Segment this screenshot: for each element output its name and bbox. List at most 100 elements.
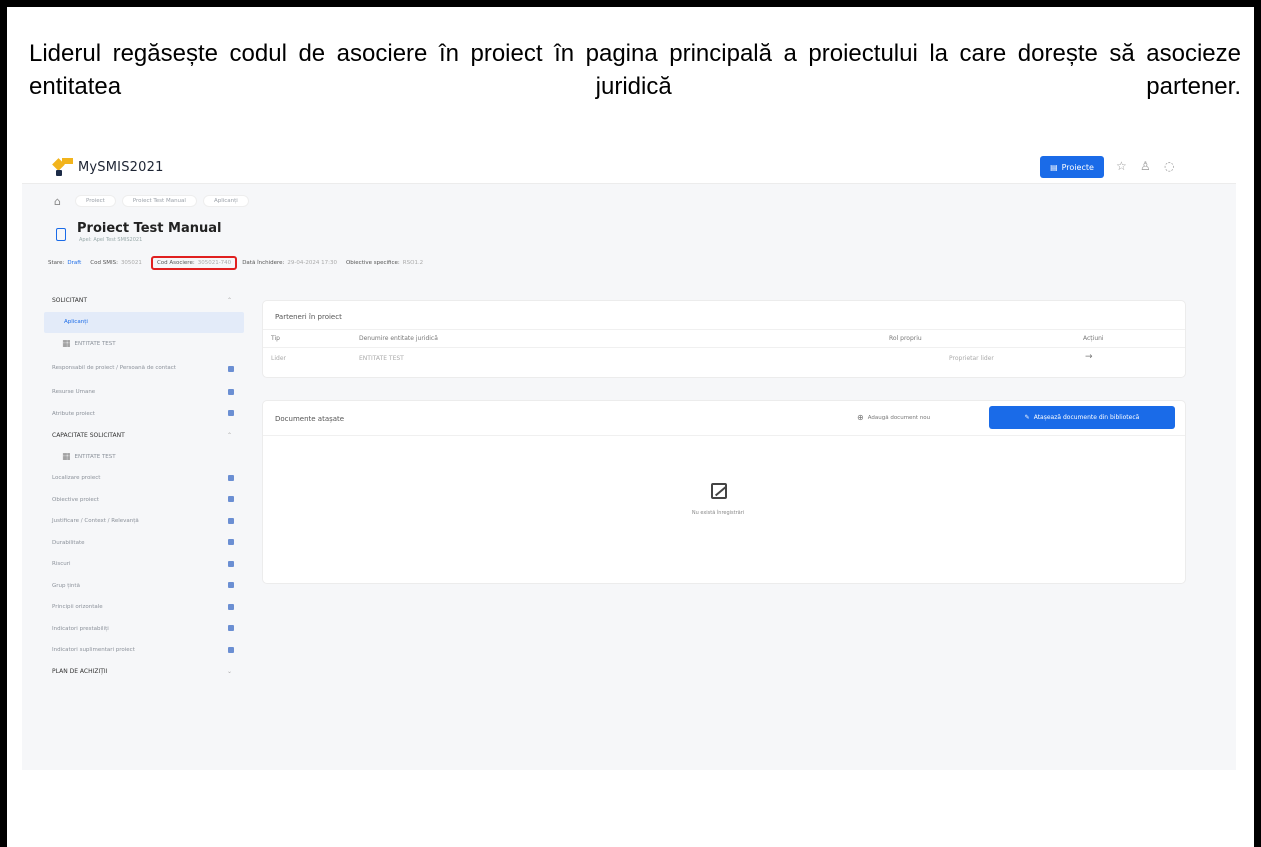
app-window: MySMIS2021 ▤ Proiecte ☆ ♙ ◌ ⌂ Proiect Pr… xyxy=(22,150,1236,770)
status-badge xyxy=(228,517,234,524)
project-meta-row: Stare: Draft Cod SMIS: 305021 Cod Asocie… xyxy=(48,256,432,270)
documents-card-title: Documente atașate xyxy=(275,415,345,423)
cod-smis-value: 305021 xyxy=(120,260,142,266)
column-header-rol: Rol propriu xyxy=(889,335,922,342)
folder-icon: ▤ xyxy=(1050,162,1058,172)
sidebar-item-entitate-test[interactable]: ▦ ENTITATE TEST xyxy=(44,333,244,355)
app-brand[interactable]: MySMIS2021 xyxy=(78,160,164,175)
sidebar-item-label: Principii orizontale xyxy=(52,604,103,611)
status-badge xyxy=(228,560,234,567)
data-inchidere-label: Dată închidere: xyxy=(242,260,285,266)
sidebar-item-obiective[interactable]: Obiective proiect xyxy=(44,489,244,511)
sidebar-section-capacitate[interactable]: CAPACITATE SOLICITANT ⌃ xyxy=(44,425,244,447)
breadcrumb-item-project-name[interactable]: Proiect Test Manual xyxy=(121,195,197,207)
mysmis-logo[interactable] xyxy=(52,158,74,178)
projects-button-label: Proiecte xyxy=(1061,162,1094,172)
sidebar-item-label: Aplicanți xyxy=(64,319,88,326)
breadcrumb-item-proiect[interactable]: Proiect xyxy=(74,195,116,207)
plus-circle-icon: ⊕ xyxy=(857,413,864,422)
status-badge xyxy=(228,388,234,395)
sidebar-item-entitate-test-2[interactable]: ▦ ENTITATE TEST xyxy=(44,446,244,468)
obiective-label: Obiective specifice: xyxy=(345,260,400,266)
breadcrumb-item-aplicanti[interactable]: Aplicanți xyxy=(202,195,249,207)
sidebar-item-label: Indicatori prestabiliți xyxy=(52,625,109,632)
sidebar-section-plan-achizitii[interactable]: PLAN DE ACHIZIȚII ⌄ xyxy=(44,661,244,683)
sidebar-item-localizare[interactable]: Localizare proiect xyxy=(44,468,244,490)
sidebar-item-justificare[interactable]: Justificare / Context / Relevanță xyxy=(44,511,244,533)
sidebar-item-label: Durabilitate xyxy=(52,539,85,546)
arrow-right-icon[interactable]: → xyxy=(1085,352,1093,362)
attach-from-library-label: Atașează documente din bibliotecă xyxy=(1033,414,1140,421)
add-document-label: Adaugă document nou xyxy=(867,414,931,421)
status-label: Stare: xyxy=(48,260,65,266)
empty-state-text: Nu există înregistrări xyxy=(691,510,745,516)
status-badge xyxy=(228,603,234,610)
sidebar-item-label: Justificare / Context / Relevanță xyxy=(52,518,139,525)
sidebar-item-label: Riscuri xyxy=(52,561,71,568)
chevron-up-icon: ⌃ xyxy=(226,297,232,305)
notification-icon[interactable]: ◌ xyxy=(1164,159,1174,173)
documents-card: Documente atașate ⊕ Adaugă document nou … xyxy=(262,400,1186,584)
sidebar-item-riscuri[interactable]: Riscuri xyxy=(44,554,244,576)
sidebar-item-label: Grup țintă xyxy=(52,582,80,589)
column-header-denumire: Denumire entitate juridică xyxy=(359,335,438,342)
sidebar-item-label: Responsabil de proiect / Persoană de con… xyxy=(52,365,176,371)
sidebar-item-aplicanti[interactable]: Aplicanți xyxy=(44,311,244,333)
empty-state-icon xyxy=(711,483,727,499)
status-badge: Draft xyxy=(67,260,82,266)
cod-asociere-label: Cod Asociere: xyxy=(156,260,195,266)
building-icon: ▦ xyxy=(62,451,71,462)
sidebar-item-responsabil[interactable]: Responsabil de proiect / Persoană de con… xyxy=(44,355,244,382)
partner-row-tip: Lider xyxy=(271,355,286,362)
paperclip-icon: ✎ xyxy=(1024,414,1030,421)
sidebar-item-atribute[interactable]: Atribute proiect xyxy=(44,403,244,425)
sidebar: SOLICITANT ⌃ Aplicanți ▦ ENTITATE TEST R… xyxy=(44,290,244,683)
status-badge xyxy=(228,625,234,631)
user-icon[interactable]: ♙ xyxy=(1140,159,1151,173)
document-icon xyxy=(56,228,66,241)
home-icon[interactable]: ⌂ xyxy=(54,195,61,208)
sidebar-item-durabilitate[interactable]: Durabilitate xyxy=(44,532,244,554)
sidebar-item-resurse-umane[interactable]: Resurse Umane xyxy=(44,382,244,404)
sidebar-item-grup-tinta[interactable]: Grup țintă xyxy=(44,575,244,597)
partner-row-denumire: ENTITATE TEST xyxy=(359,355,404,362)
sidebar-item-label: Obiective proiect xyxy=(52,496,99,503)
sidebar-section-label: SOLICITANT xyxy=(52,297,88,305)
column-header-tip: Tip xyxy=(271,335,280,342)
sidebar-item-indicatori[interactable]: Indicatori prestabiliți xyxy=(44,618,244,640)
sidebar-item-label: ENTITATE TEST xyxy=(74,340,116,347)
projects-button[interactable]: ▤ Proiecte xyxy=(1040,156,1104,178)
sidebar-item-indicatori-suplimentari[interactable]: Indicatori suplimentari proiect xyxy=(44,640,244,662)
breadcrumb: ⌂ Proiect Proiect Test Manual Aplicanți xyxy=(54,194,249,208)
chevron-up-icon: ⌃ xyxy=(226,431,232,439)
status-badge xyxy=(228,582,234,588)
attach-from-library-button[interactable]: ✎ Atașează documente din bibliotecă xyxy=(989,406,1175,429)
status-badge xyxy=(228,474,234,481)
data-inchidere-value: 29-04-2024 17:30 xyxy=(287,260,337,266)
partner-row-rol: Proprietar lider xyxy=(949,355,994,362)
sidebar-item-label: Indicatori suplimentari proiect xyxy=(52,647,135,654)
sidebar-item-label: Localizare proiect xyxy=(52,475,101,482)
chevron-down-icon: ⌄ xyxy=(226,668,232,676)
partners-card: Parteneri în proiect Tip Denumire entita… xyxy=(262,300,1186,378)
instruction-caption: Liderul regăsește codul de asociere în p… xyxy=(29,40,1241,100)
add-document-button[interactable]: ⊕ Adaugă document nou xyxy=(857,413,930,422)
status-badge xyxy=(228,646,234,653)
top-bar: MySMIS2021 ▤ Proiecte ☆ ♙ ◌ xyxy=(22,150,1236,184)
sidebar-item-label: Resurse Umane xyxy=(52,389,96,396)
obiective-value: RSO1.2 xyxy=(402,260,424,266)
cod-asociere-highlight: Cod Asociere: 305021-740 xyxy=(150,256,238,270)
sidebar-item-label: ENTITATE TEST xyxy=(74,453,116,460)
star-icon[interactable]: ☆ xyxy=(1116,159,1127,173)
status-badge xyxy=(228,365,234,372)
cod-smis-label: Cod SMIS: xyxy=(90,260,118,266)
cod-asociere-value: 305021-740 xyxy=(197,260,232,266)
sidebar-section-solicitant[interactable]: SOLICITANT ⌃ xyxy=(44,290,244,312)
sidebar-item-label: Atribute proiect xyxy=(52,410,95,417)
sidebar-item-principii[interactable]: Principii orizontale xyxy=(44,597,244,619)
status-badge xyxy=(228,539,234,545)
page-title: Proiect Test Manual xyxy=(77,221,222,236)
status-badge xyxy=(228,410,234,416)
page-subtitle: Apel: Apel Test SMIS2021 xyxy=(79,237,143,243)
sidebar-section-label: PLAN DE ACHIZIȚII xyxy=(52,668,108,676)
